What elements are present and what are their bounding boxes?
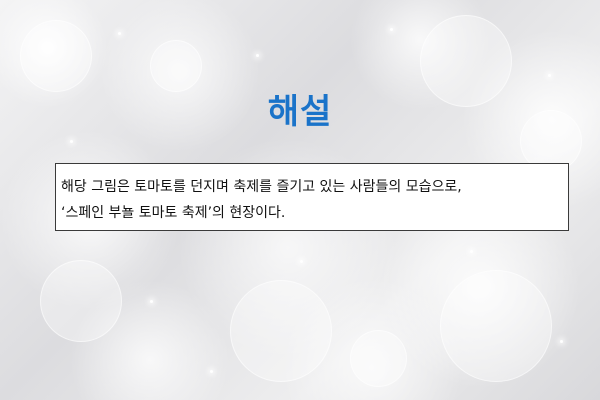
sparkle-decoration	[300, 260, 303, 263]
description-line-1: 해당 그림은 토마토를 던지며 축제를 즐기고 있는 사람들의 모습으로,	[61, 179, 462, 195]
bokeh-decoration	[20, 20, 92, 92]
sparkle-decoration	[150, 300, 153, 303]
bokeh-decoration	[440, 270, 552, 382]
sparkle-decoration	[210, 370, 213, 373]
bokeh-decoration	[350, 330, 407, 387]
description-line-2: ‘스페인 부뇰 토마토 축제’의 현장이다.	[61, 205, 286, 221]
bokeh-decoration	[230, 280, 332, 382]
sparkle-decoration	[118, 32, 121, 35]
sparkle-decoration	[470, 250, 473, 253]
sparkle-decoration	[70, 140, 73, 143]
sparkle-decoration	[256, 54, 259, 57]
page-title: 해설	[267, 92, 333, 132]
description-box: 해당 그림은 토마토를 던지며 축제를 즐기고 있는 사람들의 모습으로, ‘스…	[55, 163, 569, 231]
sparkle-decoration	[390, 28, 393, 31]
bokeh-decoration	[40, 260, 122, 342]
sparkle-decoration	[560, 340, 563, 343]
slide-background: 해설 해당 그림은 토마토를 던지며 축제를 즐기고 있는 사람들의 모습으로,…	[0, 0, 600, 400]
sparkle-decoration	[548, 74, 551, 77]
